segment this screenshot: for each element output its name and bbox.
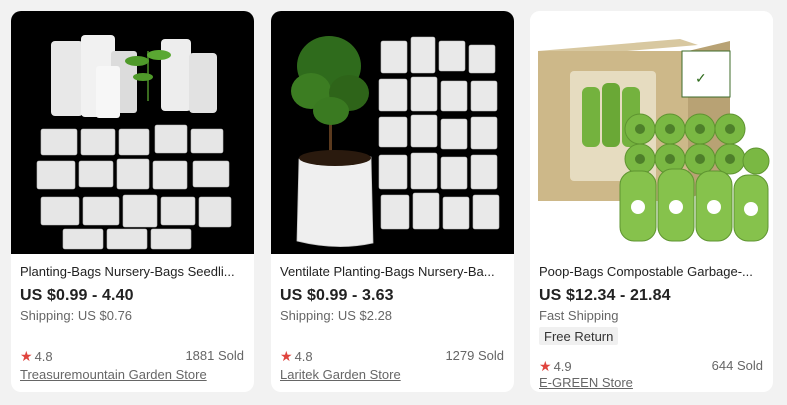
- product-title[interactable]: Poop-Bags Compostable Garbage-...: [539, 264, 765, 279]
- product-price: US $0.99 - 3.63: [280, 287, 394, 304]
- product-rating: ★ 4.8: [20, 348, 53, 365]
- shipping-info: Shipping: US $2.28: [280, 308, 393, 323]
- shipping-info: Fast Shipping: [539, 308, 619, 323]
- product-image[interactable]: [11, 11, 254, 254]
- sold-count: 1881 Sold: [185, 348, 244, 363]
- store-link[interactable]: Treasuremountain Garden Store: [20, 367, 207, 382]
- product-card[interactable]: ✓ Poop-Bags Compostable Garbage-... US $…: [530, 11, 773, 392]
- product-rating: ★ 4.9: [539, 358, 572, 375]
- shipping-info: Shipping: US $0.76: [20, 308, 133, 323]
- product-card[interactable]: Planting-Bags Nursery-Bags Seedli... US …: [11, 11, 254, 392]
- product-title[interactable]: Planting-Bags Nursery-Bags Seedli...: [20, 264, 246, 279]
- product-image[interactable]: ✓: [530, 11, 773, 254]
- product-title[interactable]: Ventilate Planting-Bags Nursery-Ba...: [280, 264, 506, 279]
- store-link[interactable]: E-GREEN Store: [539, 375, 633, 390]
- product-price: US $12.34 - 21.84: [539, 287, 671, 304]
- star-icon: ★: [20, 348, 33, 364]
- star-icon: ★: [539, 358, 552, 374]
- product-rating: ★ 4.8: [280, 348, 313, 365]
- svg-text:✓: ✓: [695, 70, 707, 86]
- product-card[interactable]: Ventilate Planting-Bags Nursery-Ba... US…: [271, 11, 514, 392]
- sold-count: 1279 Sold: [445, 348, 504, 363]
- rating-value: 4.9: [553, 359, 572, 374]
- rating-value: 4.8: [294, 349, 313, 364]
- store-link[interactable]: Laritek Garden Store: [280, 367, 401, 382]
- product-image[interactable]: [271, 11, 514, 254]
- sold-count: 644 Sold: [711, 358, 763, 373]
- free-return-badge: Free Return: [539, 327, 619, 345]
- rating-value: 4.8: [34, 349, 53, 364]
- star-icon: ★: [280, 348, 293, 364]
- product-price: US $0.99 - 4.40: [20, 287, 134, 304]
